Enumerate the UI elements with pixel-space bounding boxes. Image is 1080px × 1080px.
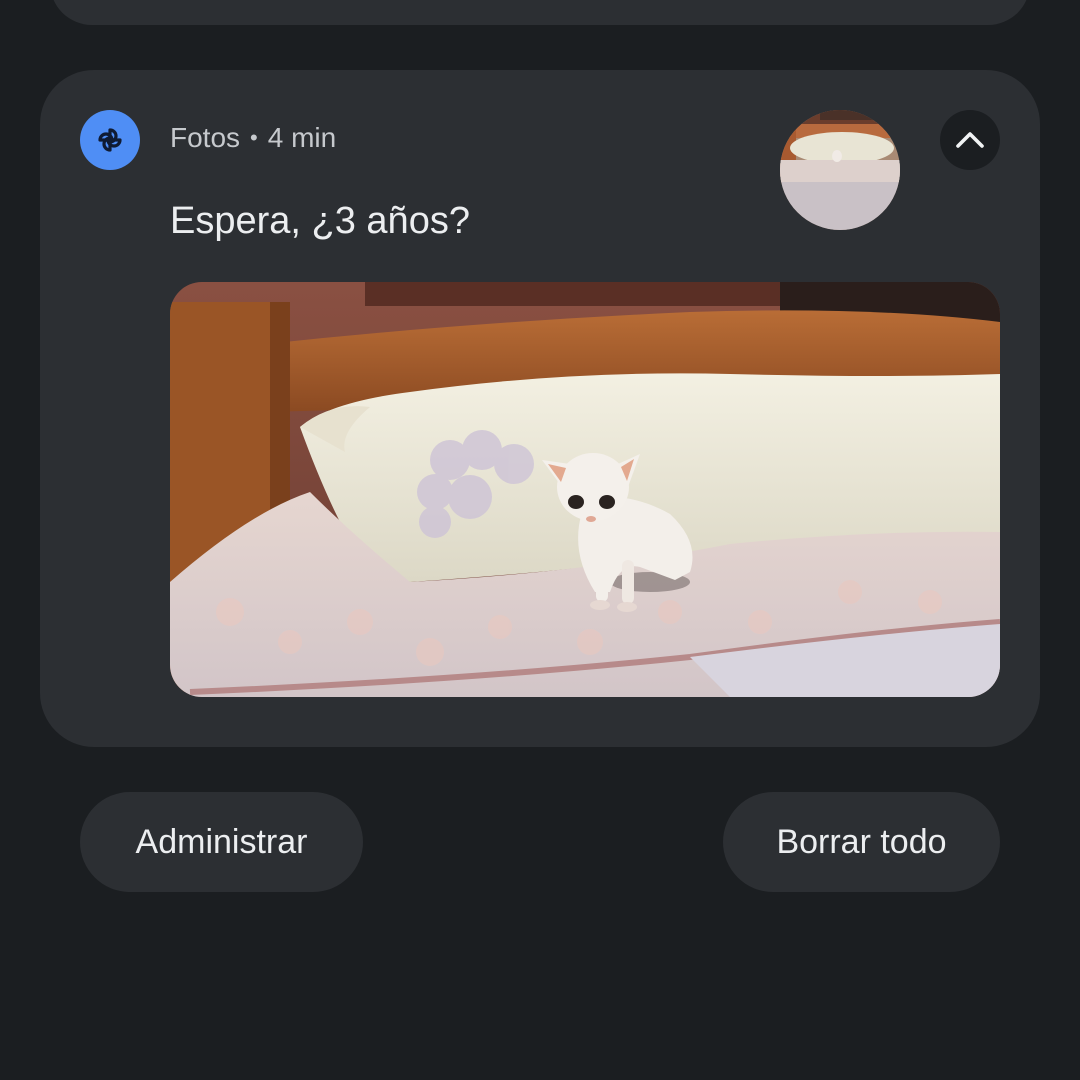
photos-app-icon (80, 110, 140, 170)
clear-all-button[interactable]: Borrar todo (723, 792, 1000, 892)
header-separator: • (250, 125, 258, 150)
notification-shade: Fotos • 4 min Espera, ¿3 años? Administr… (0, 0, 1080, 1080)
chevron-up-icon (956, 132, 984, 148)
previous-notification-card[interactable] (50, 0, 1030, 25)
manage-button[interactable]: Administrar (80, 792, 363, 892)
notification-title: Espera, ¿3 años? (170, 200, 470, 242)
notification-time: 4 min (267, 122, 337, 153)
photos-notification-card[interactable]: Fotos • 4 min Espera, ¿3 años? (40, 70, 1040, 747)
kitten-photo[interactable] (170, 282, 1000, 697)
collapse-button[interactable] (940, 110, 1000, 170)
app-name: Fotos (170, 122, 241, 153)
pinwheel-icon (98, 128, 122, 152)
photo-thumbnail (780, 110, 900, 230)
notification-header: Fotos • 4 min (170, 122, 336, 154)
